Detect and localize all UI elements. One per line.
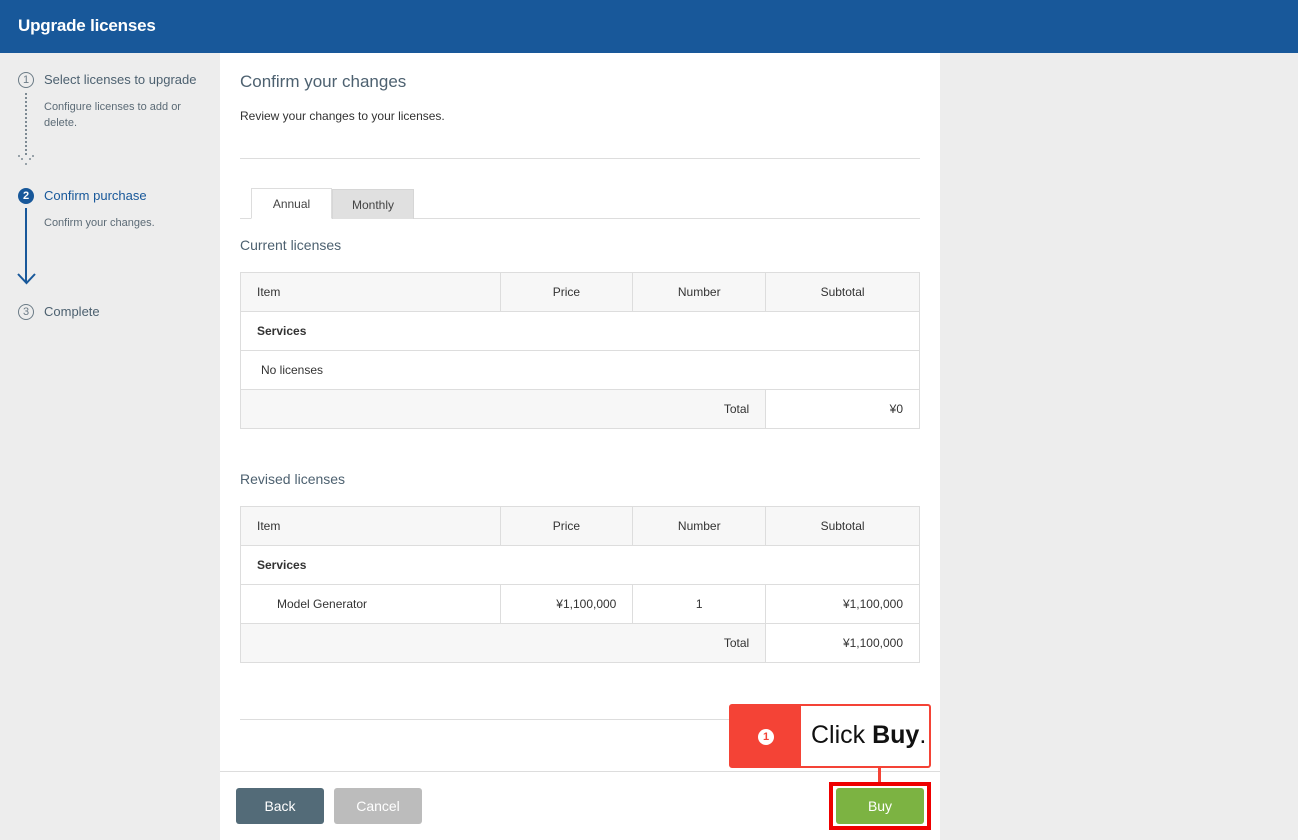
step-1-description: Configure licenses to add or delete. bbox=[44, 101, 181, 129]
column-header-number: Number bbox=[632, 506, 767, 546]
table-row: Model Generator ¥1,100,000 1 ¥1,100,000 bbox=[240, 584, 920, 624]
group-label: Services bbox=[240, 545, 920, 585]
total-value: ¥1,100,000 bbox=[765, 623, 920, 663]
table-total-row: Total ¥0 bbox=[239, 389, 920, 429]
column-header-price: Price bbox=[499, 506, 634, 546]
step-2-description: Confirm your changes. bbox=[44, 217, 155, 229]
item-number: 1 bbox=[632, 584, 767, 624]
cancel-button[interactable]: Cancel bbox=[334, 788, 422, 824]
item-subtotal: ¥1,100,000 bbox=[765, 584, 920, 624]
step-connector-dotted bbox=[25, 93, 27, 155]
item-price: ¥1,100,000 bbox=[499, 584, 634, 624]
table-group-row: Services bbox=[240, 545, 920, 585]
dotted-arrow-down-icon bbox=[18, 155, 34, 165]
column-header-price: Price bbox=[499, 272, 634, 312]
back-button[interactable]: Back bbox=[236, 788, 324, 824]
total-label: Total bbox=[239, 623, 767, 663]
step-2-label: Confirm purchase bbox=[44, 188, 147, 203]
empty-state-text: No licenses bbox=[240, 350, 920, 390]
callout-number-box: 1 bbox=[731, 706, 801, 766]
page-title: Confirm your changes bbox=[240, 72, 407, 91]
step-1-number-icon: 1 bbox=[18, 72, 34, 88]
callout-connector bbox=[878, 768, 881, 782]
callout-text-bold: Buy bbox=[872, 721, 920, 749]
column-header-subtotal: Subtotal bbox=[765, 506, 920, 546]
total-value: ¥0 bbox=[765, 389, 920, 429]
table-group-row: Services bbox=[240, 311, 920, 351]
callout-text: Click Buy. bbox=[811, 721, 926, 750]
wizard-steps-sidebar: 1 Select licenses to upgrade Configure l… bbox=[0, 53, 220, 840]
current-licenses-title: Current licenses bbox=[240, 237, 342, 253]
group-label: Services bbox=[240, 311, 920, 351]
revised-licenses-table: Item Price Number Subtotal Services Mode… bbox=[239, 506, 920, 663]
total-label: Total bbox=[239, 389, 767, 429]
step-2-number-icon: 2 bbox=[18, 188, 34, 204]
step-3-label: Complete bbox=[44, 304, 100, 319]
step-3-number-icon: 3 bbox=[18, 304, 34, 320]
revised-licenses-title: Revised licenses bbox=[240, 471, 346, 487]
divider bbox=[240, 158, 920, 159]
table-total-row: Total ¥1,100,000 bbox=[239, 623, 920, 663]
tab-monthly[interactable]: Monthly bbox=[332, 189, 414, 219]
table-header-row: Item Price Number Subtotal bbox=[240, 506, 920, 546]
arrow-down-icon bbox=[17, 273, 36, 285]
step-1-label: Select licenses to upgrade bbox=[44, 72, 197, 87]
column-header-item: Item bbox=[240, 272, 501, 312]
callout-text-suffix: . bbox=[919, 721, 927, 749]
callout-text-prefix: Click bbox=[811, 721, 873, 749]
item-name: Model Generator bbox=[240, 584, 501, 624]
billing-period-tabs: Annual Monthly bbox=[240, 188, 920, 219]
table-row: No licenses bbox=[240, 350, 920, 390]
table-header-row: Item Price Number Subtotal bbox=[240, 272, 920, 312]
column-header-item: Item bbox=[240, 506, 501, 546]
tab-annual[interactable]: Annual bbox=[251, 188, 332, 219]
buy-button-highlight bbox=[829, 782, 931, 830]
page-subtitle: Review your changes to your licenses. bbox=[240, 109, 445, 123]
page-header-title: Upgrade licenses bbox=[18, 16, 156, 35]
instruction-callout: 1 Click Buy. bbox=[729, 704, 931, 768]
callout-step-number-icon: 1 bbox=[758, 729, 774, 745]
column-header-number: Number bbox=[632, 272, 767, 312]
current-licenses-table: Item Price Number Subtotal Services No l… bbox=[239, 272, 920, 429]
app-header: Upgrade licenses bbox=[0, 0, 1298, 53]
column-header-subtotal: Subtotal bbox=[765, 272, 920, 312]
